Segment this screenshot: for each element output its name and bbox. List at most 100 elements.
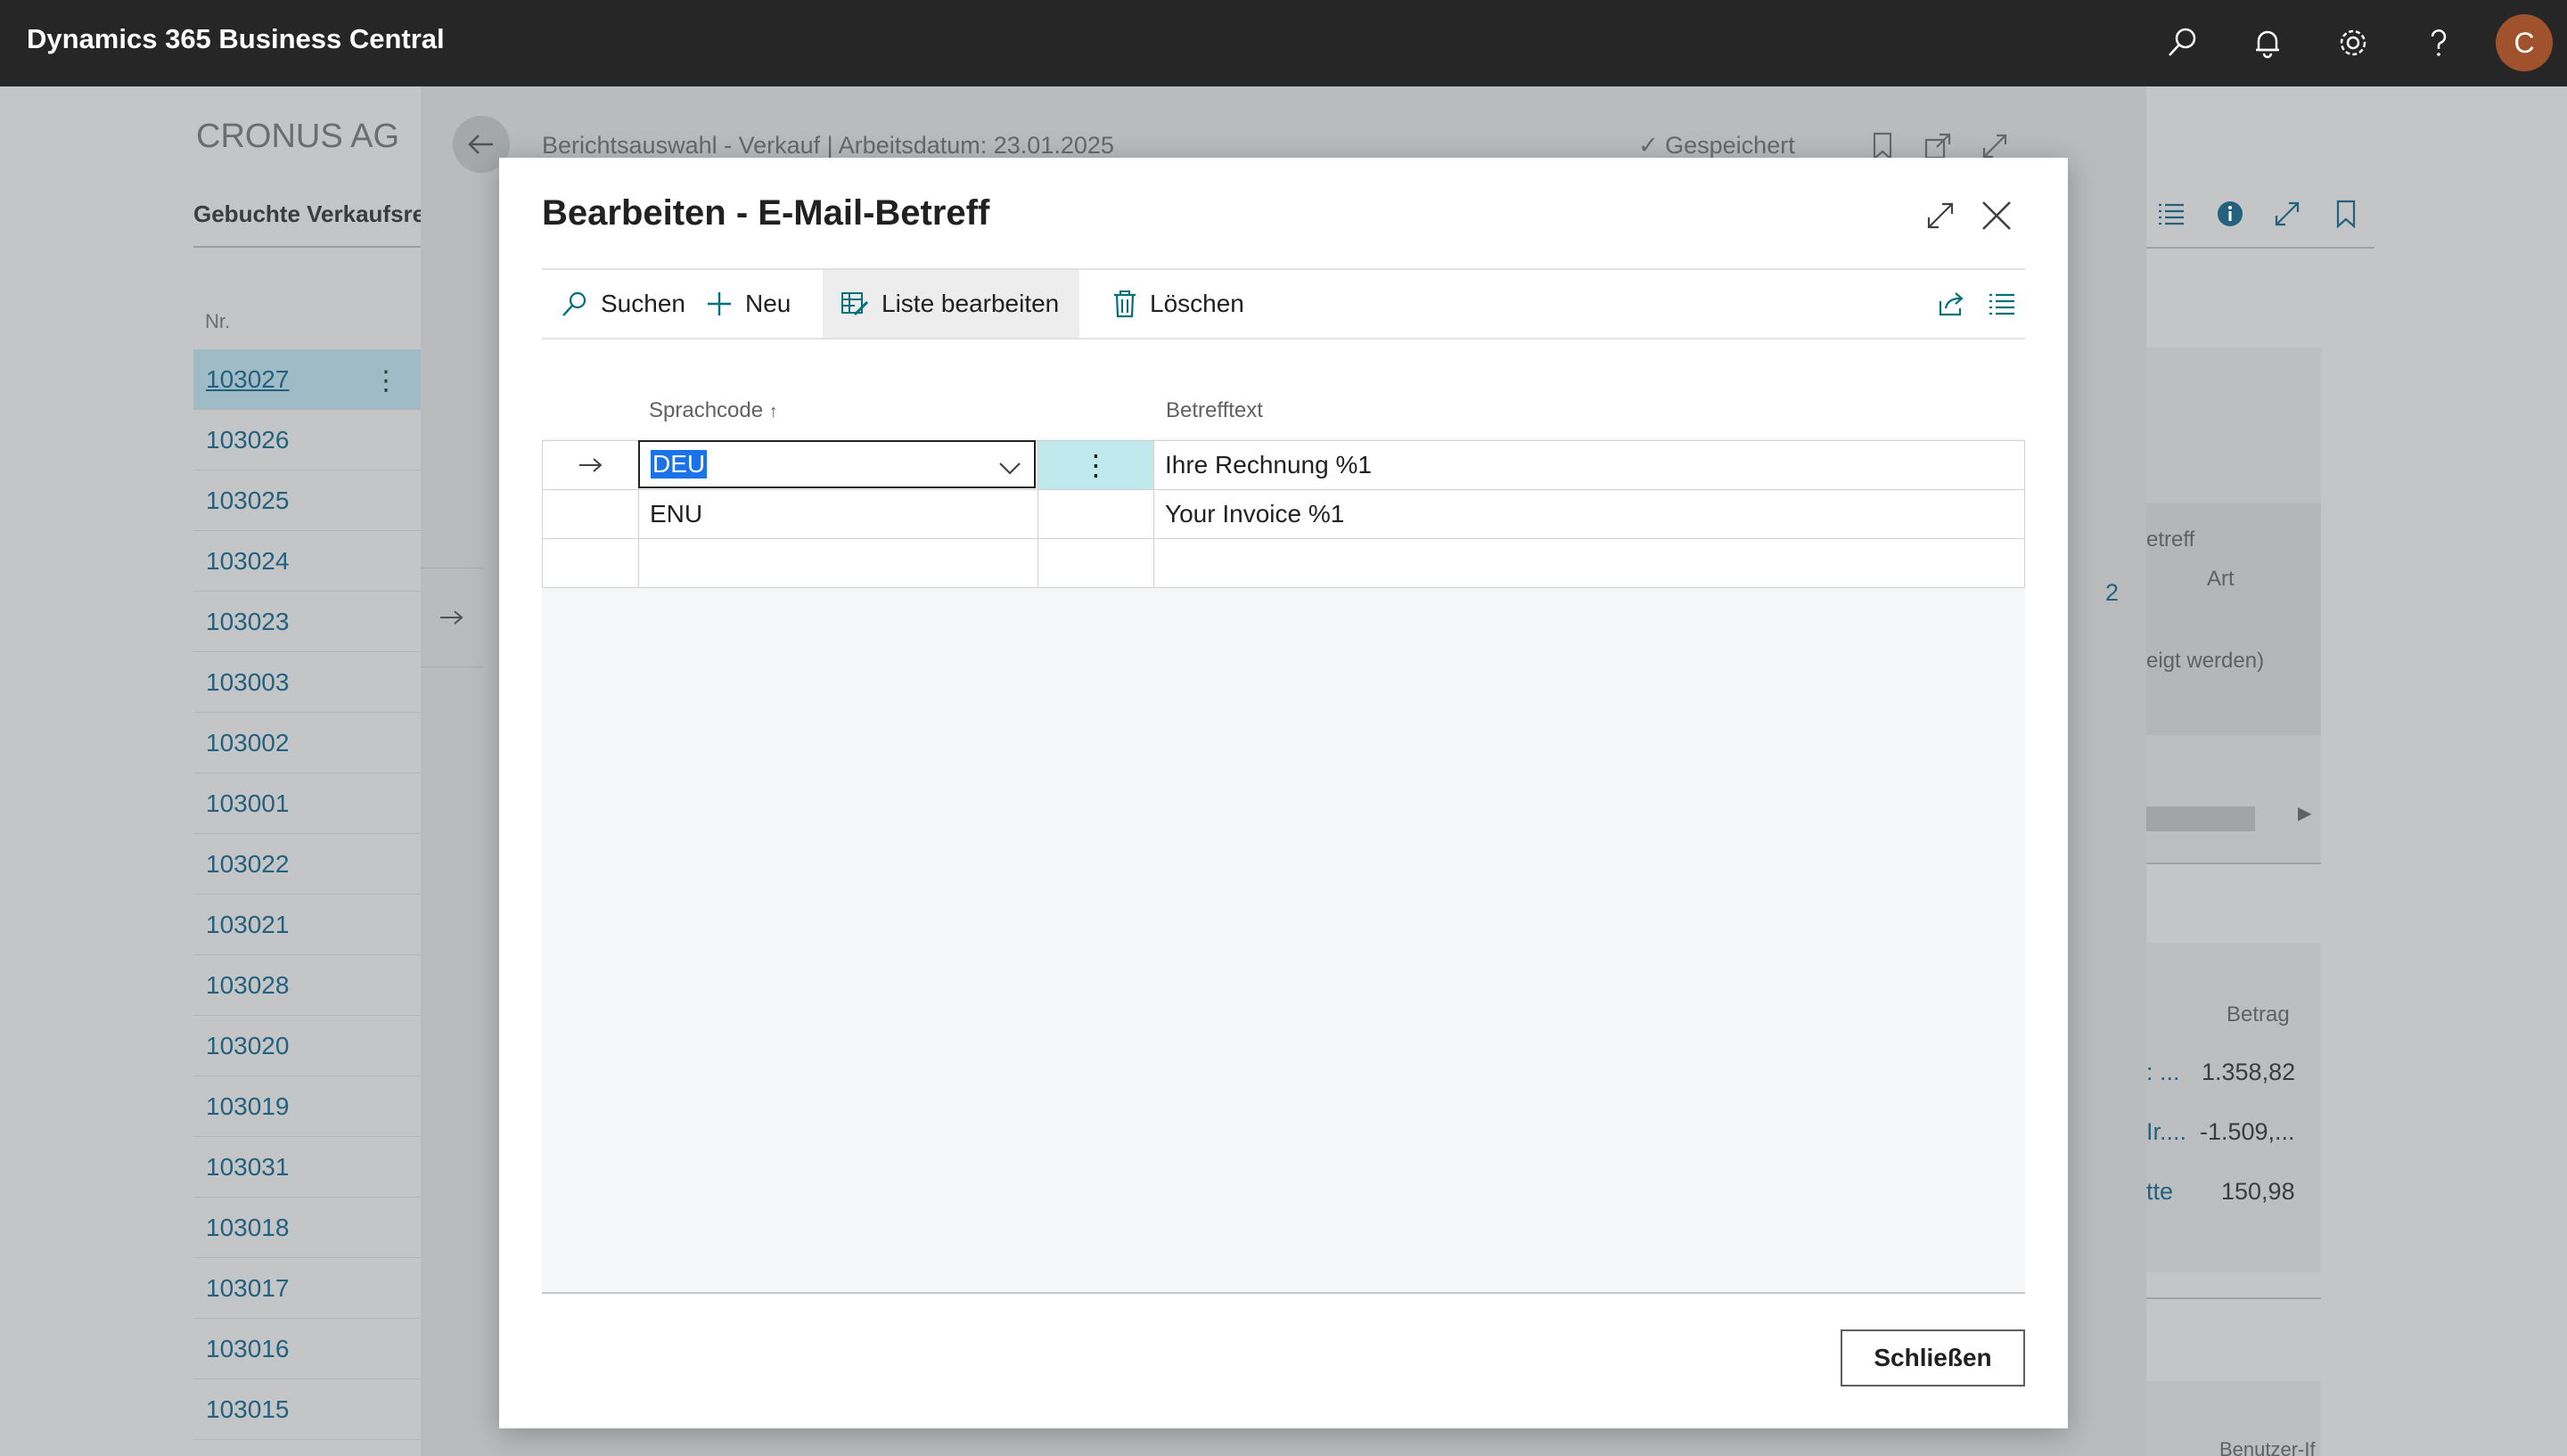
divider (2146, 1297, 2321, 1299)
document-number[interactable]: 103028 (206, 971, 289, 1000)
document-number[interactable]: 103018 (206, 1214, 289, 1242)
row-menu-icon[interactable]: ⋮ (373, 365, 399, 397)
close-button[interactable]: Schließen (1841, 1329, 2025, 1386)
trash-icon (1112, 290, 1137, 318)
betrag-header: Betrag (2227, 1002, 2290, 1027)
sort-ascending-icon: ↑ (768, 402, 778, 421)
column-header-subject[interactable]: Betrefftext (1166, 398, 1263, 423)
document-number[interactable]: 103022 (206, 850, 289, 879)
horizontal-scrollbar[interactable] (2146, 806, 2255, 831)
list-view-icon[interactable] (1979, 270, 2025, 338)
list-item[interactable]: 103019 (193, 1076, 421, 1137)
column-header-nr[interactable]: Nr. (205, 310, 230, 333)
expand-icon[interactable] (2269, 196, 2305, 232)
document-number[interactable]: 103001 (206, 789, 289, 818)
new-label: Neu (745, 290, 791, 317)
list-item[interactable]: 103024 (193, 531, 421, 592)
list-item[interactable]: 103015 (193, 1379, 421, 1440)
document-number[interactable]: 103023 (206, 608, 289, 636)
plus-icon (706, 290, 733, 317)
edit-email-subject-dialog: Bearbeiten - E-Mail-Betreff Suchen Neu L… (499, 158, 2068, 1428)
list-item[interactable]: 103025 (193, 470, 421, 531)
statistics-box (2146, 943, 2321, 1272)
new-button[interactable]: Neu (688, 270, 808, 338)
document-number[interactable]: 103024 (206, 547, 289, 576)
row-indicator-arrow-icon (421, 568, 483, 667)
table-row-empty[interactable] (542, 538, 2025, 588)
close-icon[interactable] (1972, 192, 2021, 240)
help-icon[interactable] (2415, 20, 2462, 66)
document-number[interactable]: 103016 (206, 1335, 289, 1363)
list-item[interactable]: 103031 (193, 1137, 421, 1198)
list-item[interactable]: 103001 (193, 773, 421, 834)
gear-icon[interactable] (2330, 20, 2376, 66)
column-header-language[interactable]: Sprachcode ↑ (649, 398, 778, 423)
language-cell[interactable] (639, 539, 1038, 587)
betreff-value[interactable]: 2 (2105, 579, 2119, 607)
divider (193, 246, 421, 248)
row-indicator-arrow-icon (543, 441, 639, 489)
list-item[interactable]: 103018 (193, 1198, 421, 1258)
delete-button[interactable]: Löschen (1095, 270, 1262, 338)
document-number[interactable]: 103019 (206, 1092, 289, 1121)
row-indicator-cell (543, 539, 639, 587)
list-item[interactable]: 103028 (193, 955, 421, 1016)
top-bar: Dynamics 365 Business Central C (0, 0, 2567, 86)
subject-cell[interactable]: Ihre Rechnung %1 (1154, 441, 2024, 489)
document-number[interactable]: 103002 (206, 729, 289, 757)
list-item[interactable]: 103002 (193, 713, 421, 773)
info-icon[interactable] (2212, 196, 2248, 232)
avatar[interactable]: C (2496, 14, 2553, 71)
document-number[interactable]: 103020 (206, 1032, 289, 1060)
search-button[interactable]: Suchen (542, 270, 703, 338)
subject-cell[interactable]: Your Invoice %1 (1154, 490, 2024, 538)
row-menu-cell (1038, 539, 1154, 587)
app-title[interactable]: Dynamics 365 Business Central (27, 23, 445, 55)
table-row[interactable]: ENU Your Invoice %1 (542, 489, 2025, 539)
language-code-select[interactable]: DEU (638, 440, 1036, 488)
table-row[interactable]: ⋮ Ihre Rechnung %1 DEU (542, 440, 2025, 490)
document-number[interactable]: 103027 (206, 365, 289, 394)
user-label: Benutzer-If (2219, 1438, 2316, 1456)
betreff-label: etreff (2146, 528, 2195, 552)
search-icon (560, 290, 588, 318)
list-item[interactable]: 103022 (193, 834, 421, 895)
language-cell[interactable]: ENU (639, 490, 1038, 538)
dialog-title: Bearbeiten - E-Mail-Betreff (542, 193, 990, 233)
line-amount: 1.358,82 (2202, 1059, 2296, 1085)
scroll-right-icon[interactable]: ▶ (2298, 802, 2311, 824)
list-pane-title: Gebuchte Verkaufsrechnungen (193, 200, 421, 227)
expand-icon[interactable] (1916, 192, 1964, 240)
list-item[interactable]: 103026 (193, 410, 421, 470)
document-number[interactable]: 103031 (206, 1153, 289, 1182)
subject-cell[interactable] (1154, 539, 2024, 587)
document-number[interactable]: 103017 (206, 1274, 289, 1303)
document-number[interactable]: 103026 (206, 426, 289, 454)
line-label[interactable]: tte (2146, 1178, 2173, 1206)
document-number[interactable]: 103003 (206, 668, 289, 697)
search-icon[interactable] (2159, 20, 2205, 66)
line-label[interactable]: : ... (2146, 1059, 2180, 1086)
page-breadcrumb: Berichtsauswahl - Verkauf | Arbeitsdatum… (542, 132, 1114, 159)
document-number[interactable]: 103021 (206, 911, 289, 939)
document-number[interactable]: 103015 (206, 1395, 289, 1424)
share-icon[interactable] (1928, 270, 1976, 338)
bell-icon[interactable] (2244, 20, 2291, 66)
list-view-icon[interactable] (2153, 196, 2189, 232)
company-name[interactable]: CRONUS AG (196, 118, 399, 156)
edit-list-button[interactable]: Liste bearbeiten (823, 270, 1079, 338)
list-item[interactable]: 103003 (193, 652, 421, 713)
list-item[interactable]: 103017 (193, 1258, 421, 1319)
bookmark-icon[interactable] (2328, 196, 2364, 232)
list-item[interactable]: 103023 (193, 592, 421, 652)
list-item[interactable]: 103021 (193, 895, 421, 955)
list-item[interactable]: 103016 (193, 1319, 421, 1379)
chevron-down-icon[interactable] (998, 454, 1021, 483)
list-item[interactable]: 103020 (193, 1016, 421, 1076)
row-menu-icon[interactable]: ⋮ (1038, 441, 1154, 489)
document-number[interactable]: 103025 (206, 487, 289, 515)
line-label[interactable]: Ir.... (2146, 1118, 2186, 1146)
hint-text: eigt werden) (2146, 649, 2265, 673)
saved-status: ✓ Gespeichert (1638, 132, 1795, 159)
delete-label: Löschen (1150, 290, 1244, 317)
